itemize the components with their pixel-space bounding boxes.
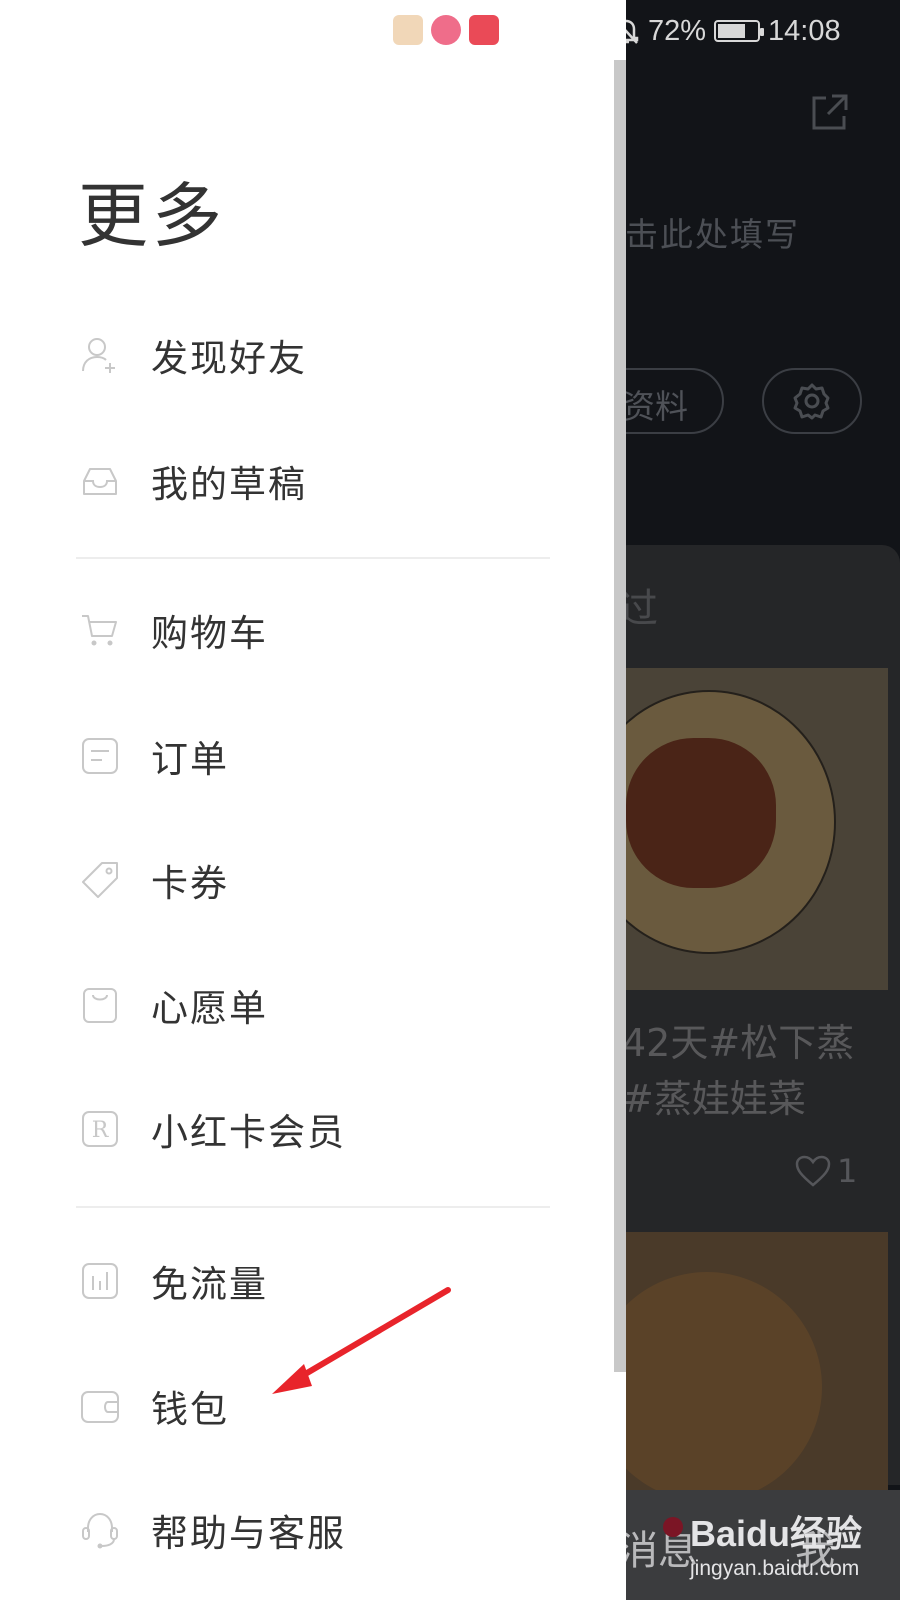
note-cover-image[interactable] (622, 668, 888, 990)
note-title[interactable]: 42天#松下蒸 #蒸娃娃菜 (622, 1015, 900, 1127)
share-icon[interactable] (808, 92, 850, 134)
battery-percent: 72% (648, 14, 707, 47)
menu-item-free-data[interactable]: 免流量 (0, 1236, 600, 1326)
note-cover-image-2[interactable] (622, 1232, 888, 1502)
menu-item-coupons[interactable]: 卡券 (0, 835, 600, 925)
like-counter[interactable]: 1 (795, 1152, 857, 1190)
menu-label: 心愿单 (151, 987, 268, 1030)
add-friend-icon (82, 338, 115, 373)
unread-dot (663, 1517, 683, 1537)
menu-label: 小红卡会员 (151, 1111, 346, 1154)
free-data-icon (82, 1263, 118, 1299)
watermark: Baidu经验 jingyan.baidu.com (690, 1505, 862, 1581)
notification-icons (393, 15, 499, 45)
menu-item-orders[interactable]: 订单 (0, 711, 600, 801)
wishlist-bag-icon (83, 988, 117, 1023)
battery-level-fill (718, 24, 746, 38)
like-count: 1 (837, 1152, 858, 1190)
menu-item-find-friends[interactable]: 发现好友 (0, 310, 600, 400)
app-notification-icon (393, 15, 423, 45)
heart-icon (795, 1155, 831, 1187)
shopping-cart-icon (82, 615, 117, 646)
more-drawer: 更多 发现好友 我的草稿 购物车 订单 卡券 心愿单 R 小红卡会员 免流量 钱… (0, 0, 626, 1600)
menu-item-help[interactable]: 帮助与客服 (0, 1485, 600, 1575)
drawer-title: 更多 (78, 175, 226, 257)
divider (76, 1206, 550, 1208)
clock: 14:08 (768, 14, 841, 47)
menu-label: 帮助与客服 (151, 1512, 346, 1555)
drafts-inbox-icon (83, 468, 117, 495)
status-bar: 72% 14:08 (612, 10, 841, 52)
battery-icon (714, 20, 765, 42)
gear-icon (793, 383, 830, 420)
settings-button[interactable] (762, 368, 862, 434)
headset-icon (82, 1512, 118, 1549)
member-card-icon: R (82, 1111, 118, 1147)
menu-item-membership[interactable]: R 小红卡会员 (0, 1084, 600, 1174)
menu-item-wallet[interactable]: 钱包 (0, 1361, 600, 1451)
app-notification-icon (469, 15, 499, 45)
watermark-url: jingyan.baidu.com (690, 1557, 860, 1580)
menu-item-wishlist[interactable]: 心愿单 (0, 960, 600, 1050)
sauce-shape (626, 738, 776, 888)
menu-label: 发现好友 (151, 337, 307, 380)
menu-label: 我的草稿 (151, 463, 307, 506)
menu-item-cart[interactable]: 购物车 (0, 585, 600, 675)
menu-label: 卡券 (151, 862, 229, 905)
wallet-icon (81, 1391, 119, 1423)
menu-item-drafts[interactable]: 我的草稿 (0, 436, 600, 526)
watermark-logo: Baidu经验 (690, 1513, 863, 1554)
menu-label: 购物车 (151, 612, 268, 655)
app-notification-icon (431, 15, 461, 45)
menu-label: 钱包 (151, 1388, 229, 1431)
divider (76, 557, 550, 559)
order-icon (82, 738, 118, 774)
coupon-tag-icon (82, 862, 118, 898)
scrollbar[interactable] (614, 60, 626, 1372)
svg-text:R: R (92, 1118, 110, 1143)
edit-profile-label: 资料 (622, 387, 688, 426)
nav-messages[interactable]: 消息 (618, 1518, 698, 1576)
pie-shape (622, 1272, 822, 1502)
menu-label: 订单 (151, 738, 229, 781)
menu-label: 免流量 (151, 1263, 268, 1306)
